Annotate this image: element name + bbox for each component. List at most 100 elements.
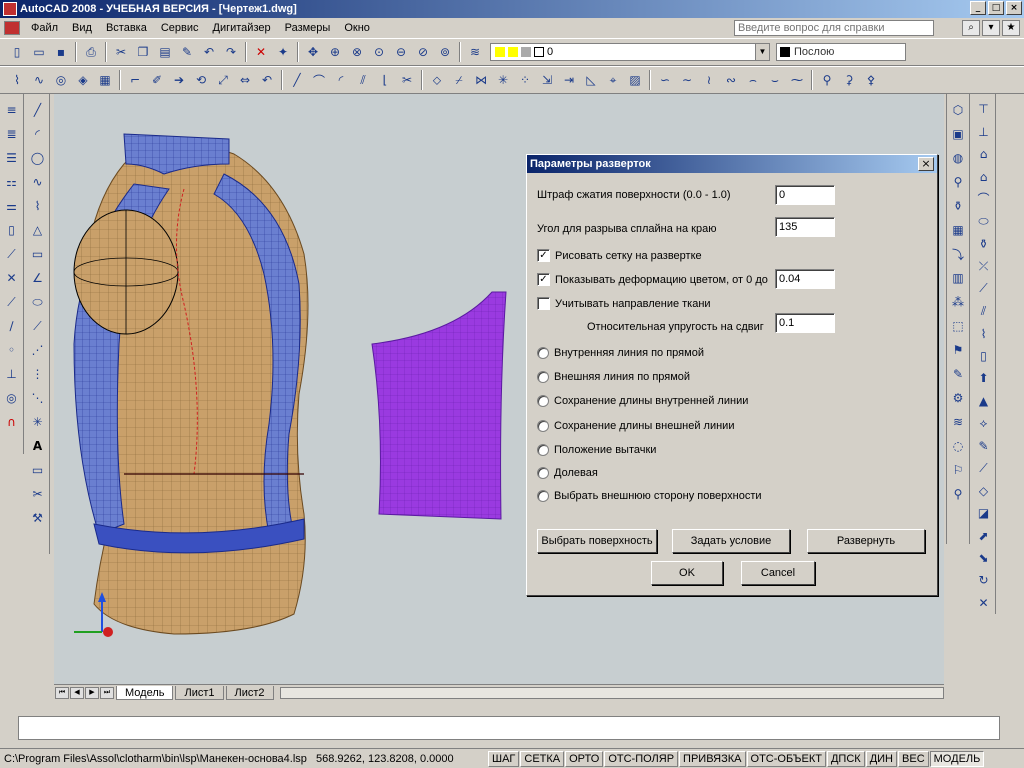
pen-icon[interactable]: ✎ xyxy=(948,364,968,384)
surface-tool-icon[interactable]: ◈ xyxy=(73,70,93,90)
pan-icon[interactable]: ✥ xyxy=(303,42,323,62)
color-select[interactable]: Послою xyxy=(776,43,906,61)
draw-ray-icon[interactable]: ⟋ xyxy=(28,316,48,336)
chamfer-tool-icon[interactable]: ◺ xyxy=(581,70,601,90)
node-edit-icon[interactable]: ⬦ xyxy=(427,70,447,90)
scissors-icon[interactable]: ✂ xyxy=(28,484,48,504)
delete-icon[interactable]: ✕ xyxy=(251,42,271,62)
layers-icon[interactable]: ≋ xyxy=(948,412,968,432)
cut-icon[interactable]: ✂ xyxy=(111,42,131,62)
radio-keep-outer[interactable]: Сохранение длины внешней линии xyxy=(537,420,734,432)
curve-tool-icon[interactable]: ⌒ xyxy=(309,70,329,90)
draw-grid-row[interactable]: ✓ Рисовать сетку на развертке xyxy=(537,249,702,262)
last-tab-icon[interactable]: ⏭ xyxy=(100,686,114,699)
construct-tool-icon[interactable]: ⌐ xyxy=(125,70,145,90)
garment-12-icon[interactable]: ▯ xyxy=(974,347,994,365)
design-center-icon[interactable]: ✦ xyxy=(273,42,293,62)
radio-dart-position[interactable]: Положение вытачки xyxy=(537,444,656,456)
menu-insert[interactable]: Вставка xyxy=(99,22,154,34)
polyline-tool-icon[interactable]: ⌇ xyxy=(7,70,27,90)
layer-tool-3-icon[interactable]: ☰ xyxy=(2,148,22,168)
ok-button[interactable]: OK xyxy=(651,561,723,585)
draw-spline-icon[interactable]: ∿ xyxy=(28,172,48,192)
curve-e-icon[interactable]: ⌢ xyxy=(743,70,763,90)
draw-divide-icon[interactable]: ⋮ xyxy=(28,364,48,384)
grid-icon[interactable]: ▦ xyxy=(948,220,968,240)
curve-b-icon[interactable]: ∼ xyxy=(677,70,697,90)
show-deform-row[interactable]: ✓ Показывать деформацию цветом, от 0 до xyxy=(537,273,768,286)
angle-input[interactable] xyxy=(775,217,835,237)
menu-view[interactable]: Вид xyxy=(65,22,99,34)
symbol-a-icon[interactable]: ⚲ xyxy=(817,70,837,90)
hatch-tool-icon[interactable]: ▨ xyxy=(625,70,645,90)
deform-input[interactable] xyxy=(775,269,835,289)
garment-23-icon[interactable]: ✕ xyxy=(974,594,994,612)
block-icon[interactable]: ▭ xyxy=(28,460,48,480)
sphere-icon[interactable]: ◍ xyxy=(948,148,968,168)
mesh-tool-icon[interactable]: ▦ xyxy=(95,70,115,90)
menu-digitizer[interactable]: Дигитайзер xyxy=(206,22,278,34)
tool-12-icon[interactable]: ⊥ xyxy=(2,364,22,384)
zoom-realtime-icon[interactable]: ⊕ xyxy=(325,42,345,62)
garment-3-icon[interactable]: ⌂ xyxy=(974,145,994,163)
draw-angle-icon[interactable]: ∠ xyxy=(28,268,48,288)
toggle-osnap[interactable]: ПРИВЯЗКА xyxy=(679,750,746,767)
garment-18-icon[interactable]: ◇ xyxy=(974,481,994,499)
draw-rect-icon[interactable]: ▭ xyxy=(28,244,48,264)
radio-button[interactable] xyxy=(537,395,549,407)
help-options-icon[interactable]: ▾ xyxy=(982,20,1000,36)
toggle-grid[interactable]: СЕТКА xyxy=(520,750,565,767)
point-tool-icon[interactable]: ◎ xyxy=(51,70,71,90)
paste-icon[interactable]: ▤ xyxy=(155,42,175,62)
garment-8-icon[interactable]: ⤫ xyxy=(974,257,994,275)
radio-button[interactable] xyxy=(537,490,549,502)
maximize-button[interactable]: □ xyxy=(988,1,1004,15)
print-icon[interactable]: ⎙ xyxy=(81,42,101,62)
rotate-tool-icon[interactable]: ⟲ xyxy=(191,70,211,90)
pattern-piece-icon[interactable]: ⬚ xyxy=(948,316,968,336)
draw-polyline-icon[interactable]: ⌇ xyxy=(28,196,48,216)
select-surface-button[interactable]: Выбрать поверхность xyxy=(537,529,657,553)
toggle-ducs[interactable]: ДПСК xyxy=(826,750,865,767)
horizontal-scrollbar[interactable] xyxy=(279,686,944,699)
menu-tools[interactable]: Сервис xyxy=(154,22,206,34)
page-icon[interactable]: ▯ xyxy=(2,220,22,240)
draw-arc-icon[interactable]: ◜ xyxy=(28,124,48,144)
layer-tool-2-icon[interactable]: ≣ xyxy=(2,124,22,144)
toggle-polar[interactable]: ОТС-ПОЛЯР xyxy=(604,750,679,767)
toggle-otrack[interactable]: ОТС-ОБЪЕКТ xyxy=(746,750,826,767)
radio-button[interactable] xyxy=(537,371,549,383)
zoom-in-icon[interactable]: ⊙ xyxy=(369,42,389,62)
zoom-previous-icon[interactable]: ⊘ xyxy=(413,42,433,62)
break-tool-icon[interactable]: ⌿ xyxy=(449,70,469,90)
garment-1-icon[interactable]: ⊤ xyxy=(974,100,994,118)
move-tool-icon[interactable]: ➔ xyxy=(169,70,189,90)
garment-19-icon[interactable]: ◪ xyxy=(974,504,994,522)
curve-a-icon[interactable]: ∽ xyxy=(655,70,675,90)
symbol-b-icon[interactable]: ⚳ xyxy=(839,70,859,90)
radio-outer-line[interactable]: Внешняя линия по прямой xyxy=(537,371,690,383)
stretch-tool-icon[interactable]: ⇲ xyxy=(537,70,557,90)
radio-keep-inner[interactable]: Сохранение длины внутренней линии xyxy=(537,395,748,407)
garment-21-icon[interactable]: ⬊ xyxy=(974,549,994,567)
shirt-icon[interactable]: ⚐ xyxy=(948,460,968,480)
explode-tool-icon[interactable]: ✳ xyxy=(493,70,513,90)
fillet-tool-icon[interactable]: ⌊ xyxy=(375,70,395,90)
toggle-snap[interactable]: ШАГ xyxy=(488,750,520,767)
zoom-extents-icon[interactable]: ⊚ xyxy=(435,42,455,62)
copy-icon[interactable]: ❐ xyxy=(133,42,153,62)
layer-tool-1-icon[interactable]: ≡ xyxy=(2,100,22,120)
measure-tool-icon[interactable]: ⌖ xyxy=(603,70,623,90)
curve-f-icon[interactable]: ⌣ xyxy=(765,70,785,90)
document-icon[interactable] xyxy=(4,21,20,35)
garment-7-icon[interactable]: ⚱ xyxy=(974,235,994,253)
tool-8-icon[interactable]: ✕ xyxy=(2,268,22,288)
curve-g-icon[interactable]: ⁓ xyxy=(787,70,807,90)
garment-5-icon[interactable]: ⌒ xyxy=(974,190,994,208)
radio-outer-side[interactable]: Выбрать внешнюю сторону поверхности xyxy=(537,490,762,502)
menu-file[interactable]: Файл xyxy=(24,22,65,34)
help-search-input[interactable] xyxy=(734,20,934,36)
draw-triangle-icon[interactable]: △ xyxy=(28,220,48,240)
array-tool-icon[interactable]: ⁘ xyxy=(515,70,535,90)
flag-icon[interactable]: ⚑ xyxy=(948,340,968,360)
